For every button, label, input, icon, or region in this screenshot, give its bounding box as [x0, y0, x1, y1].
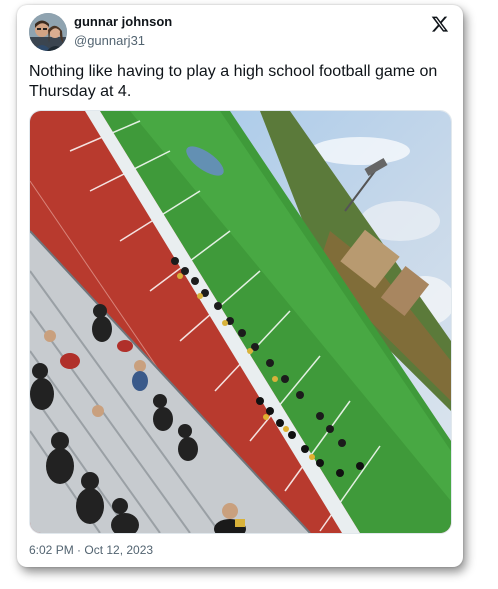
author-display-name[interactable]: gunnar johnson [74, 14, 172, 29]
stadium-photo [30, 111, 451, 533]
tweet-photo[interactable] [29, 110, 452, 534]
profile-photo [29, 13, 67, 51]
tweet-timestamp[interactable]: 6:02 PM · Oct 12, 2023 [29, 543, 153, 557]
tweet-text: Nothing like having to play a high schoo… [29, 63, 438, 100]
tweet-card: gunnar johnson @gunnarj31 Nothing like h… [17, 5, 463, 567]
avatar[interactable] [29, 13, 67, 51]
author-handle[interactable]: @gunnarj31 [74, 33, 145, 48]
x-logo-icon[interactable] [431, 15, 449, 33]
